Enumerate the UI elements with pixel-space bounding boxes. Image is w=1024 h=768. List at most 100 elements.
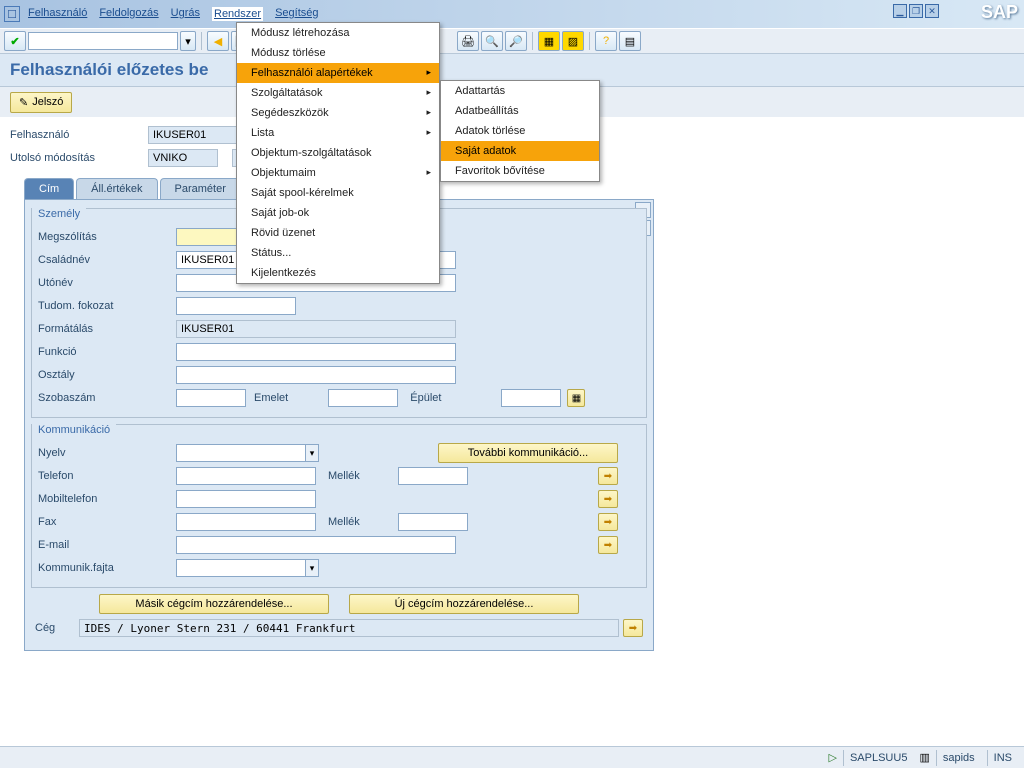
lastmod-label: Utolsó módosítás	[10, 152, 148, 164]
fax-input[interactable]	[176, 513, 316, 531]
maximize-icon[interactable]: ❐	[909, 4, 923, 18]
department-input[interactable]	[176, 366, 456, 384]
fax-ext-label: Mellék	[328, 516, 398, 528]
arrow-right-icon[interactable]: ➡	[623, 619, 643, 637]
tab-defaults[interactable]: Áll.értékek	[76, 178, 157, 199]
command-field[interactable]	[28, 32, 178, 50]
menu-item[interactable]: Módusz létrehozása	[237, 23, 439, 43]
mobile-input[interactable]	[176, 490, 316, 508]
find-next-icon[interactable]: 🔎	[505, 31, 527, 51]
window-controls: ▁ ❐ ✕	[893, 4, 939, 18]
firstname-label: Utónév	[38, 277, 176, 289]
menu-item[interactable]: Felhasználói alapértékek	[237, 63, 439, 83]
assign-new-company-button[interactable]: Új cégcím hozzárendelése...	[349, 594, 579, 614]
menu-item[interactable]: Státus...	[237, 243, 439, 263]
more-communication-button[interactable]: További kommunikáció...	[438, 443, 618, 463]
fax-ext-input[interactable]	[398, 513, 468, 531]
tab-address[interactable]: Cím	[24, 178, 74, 199]
enter-icon[interactable]: ✔	[4, 31, 26, 51]
password-button[interactable]: ✎ Jelszó	[10, 92, 72, 113]
building-input[interactable]	[501, 389, 561, 407]
arrow-right-icon[interactable]: ➡	[598, 467, 618, 485]
building-label: Épület	[410, 392, 441, 404]
format-label: Formátálás	[38, 323, 176, 335]
submenu-item[interactable]: Adatbeállítás	[441, 101, 599, 121]
menu-item[interactable]: Saját spool-kérelmek	[237, 183, 439, 203]
close-icon[interactable]: ✕	[925, 4, 939, 18]
group-communication: Kommunikáció Nyelv ▾ További kommunikáci…	[31, 424, 647, 588]
more-fields-icon[interactable]: ▦	[567, 389, 585, 407]
dropdown-icon[interactable]: ▾	[305, 444, 319, 462]
room-label: Szobaszám	[38, 392, 176, 404]
company-label: Cég	[35, 622, 79, 634]
menu-item[interactable]: Szolgáltatások	[237, 83, 439, 103]
status-arrow-icon: ▷	[829, 751, 837, 764]
phone-input[interactable]	[176, 467, 316, 485]
group-person-title: Személy	[32, 208, 86, 222]
commtype-label: Kommunik.fajta	[38, 562, 176, 574]
status-icon[interactable]: ▥	[919, 751, 929, 764]
password-label: Jelszó	[32, 96, 63, 108]
minimize-icon[interactable]: ▁	[893, 4, 907, 18]
session-icon[interactable]: ▦	[538, 31, 560, 51]
acad-label: Tudom. fokozat	[38, 300, 176, 312]
room-input[interactable]	[176, 389, 246, 407]
email-input[interactable]	[176, 536, 456, 554]
department-label: Osztály	[38, 369, 176, 381]
menu-user[interactable]: Felhasználó	[28, 7, 87, 21]
mobile-label: Mobiltelefon	[38, 493, 176, 505]
group-comm-title: Kommunikáció	[32, 424, 116, 438]
find-icon[interactable]: 🔍	[481, 31, 503, 51]
submenu-item[interactable]: Adattartás	[441, 81, 599, 101]
title-bar: ☐ Felhasználó Feldolgozás Ugrás Rendszer…	[0, 0, 1024, 28]
menu-item[interactable]: Saját job-ok	[237, 203, 439, 223]
acad-input[interactable]	[176, 297, 296, 315]
fax-label: Fax	[38, 516, 176, 528]
lastname-label: Családnév	[38, 254, 176, 266]
lastmod-value: VNIKO	[148, 149, 218, 167]
layout-icon[interactable]: ▤	[619, 31, 641, 51]
phone-ext-input[interactable]	[398, 467, 468, 485]
function-input[interactable]	[176, 343, 456, 361]
submenu-item[interactable]: Favoritok bővítése	[441, 161, 599, 181]
menu-item[interactable]: Kijelentkezés	[237, 263, 439, 283]
print-icon[interactable]: 🖨	[457, 31, 479, 51]
dropdown-icon[interactable]: ▾	[180, 31, 196, 51]
help-icon[interactable]: ?	[595, 31, 617, 51]
menu-goto[interactable]: Ugrás	[171, 7, 200, 21]
dropdown-icon[interactable]: ▾	[305, 559, 319, 577]
submenu-item[interactable]: Adatok törlése	[441, 121, 599, 141]
pencil-icon: ✎	[19, 96, 28, 109]
assign-other-company-button[interactable]: Másik cégcím hozzárendelése...	[99, 594, 329, 614]
status-system: sapids	[936, 750, 981, 766]
menu-item[interactable]: Rövid üzenet	[237, 223, 439, 243]
email-label: E-mail	[38, 539, 176, 551]
commtype-input[interactable]	[176, 559, 306, 577]
arrow-right-icon[interactable]: ➡	[598, 536, 618, 554]
menu-system[interactable]: Rendszer	[212, 7, 263, 21]
menu-item[interactable]: Objektum-szolgáltatások	[237, 143, 439, 163]
arrow-right-icon[interactable]: ➡	[598, 490, 618, 508]
floor-input[interactable]	[328, 389, 398, 407]
ext-label: Mellék	[328, 470, 398, 482]
menu-help[interactable]: Segítség	[275, 7, 318, 21]
lang-label: Nyelv	[38, 447, 176, 459]
menu-item[interactable]: Objektumaim	[237, 163, 439, 183]
standard-toolbar: ✔ ▾ ◀ 💾 🖨 🔍 🔎 ▦ ▨ ? ▤	[0, 28, 1024, 54]
shortcut-icon[interactable]: ▨	[562, 31, 584, 51]
submenu-item[interactable]: Saját adatok	[441, 141, 599, 161]
arrow-right-icon[interactable]: ➡	[598, 513, 618, 531]
menu-item[interactable]: Segédeszközök	[237, 103, 439, 123]
menu-item[interactable]: Módusz törlése	[237, 43, 439, 63]
floor-label: Emelet	[254, 392, 288, 404]
status-insert-mode: INS	[987, 750, 1018, 766]
sap-logo: SAP	[981, 2, 1018, 23]
menu-process[interactable]: Feldolgozás	[99, 7, 158, 21]
lang-input[interactable]	[176, 444, 306, 462]
status-program: SAPLSUU5	[843, 750, 913, 766]
menu-item[interactable]: Lista	[237, 123, 439, 143]
back-icon[interactable]: ◀	[207, 31, 229, 51]
format-value: IKUSER01	[176, 320, 456, 338]
phone-label: Telefon	[38, 470, 176, 482]
tab-parameters[interactable]: Paraméter	[160, 178, 241, 199]
